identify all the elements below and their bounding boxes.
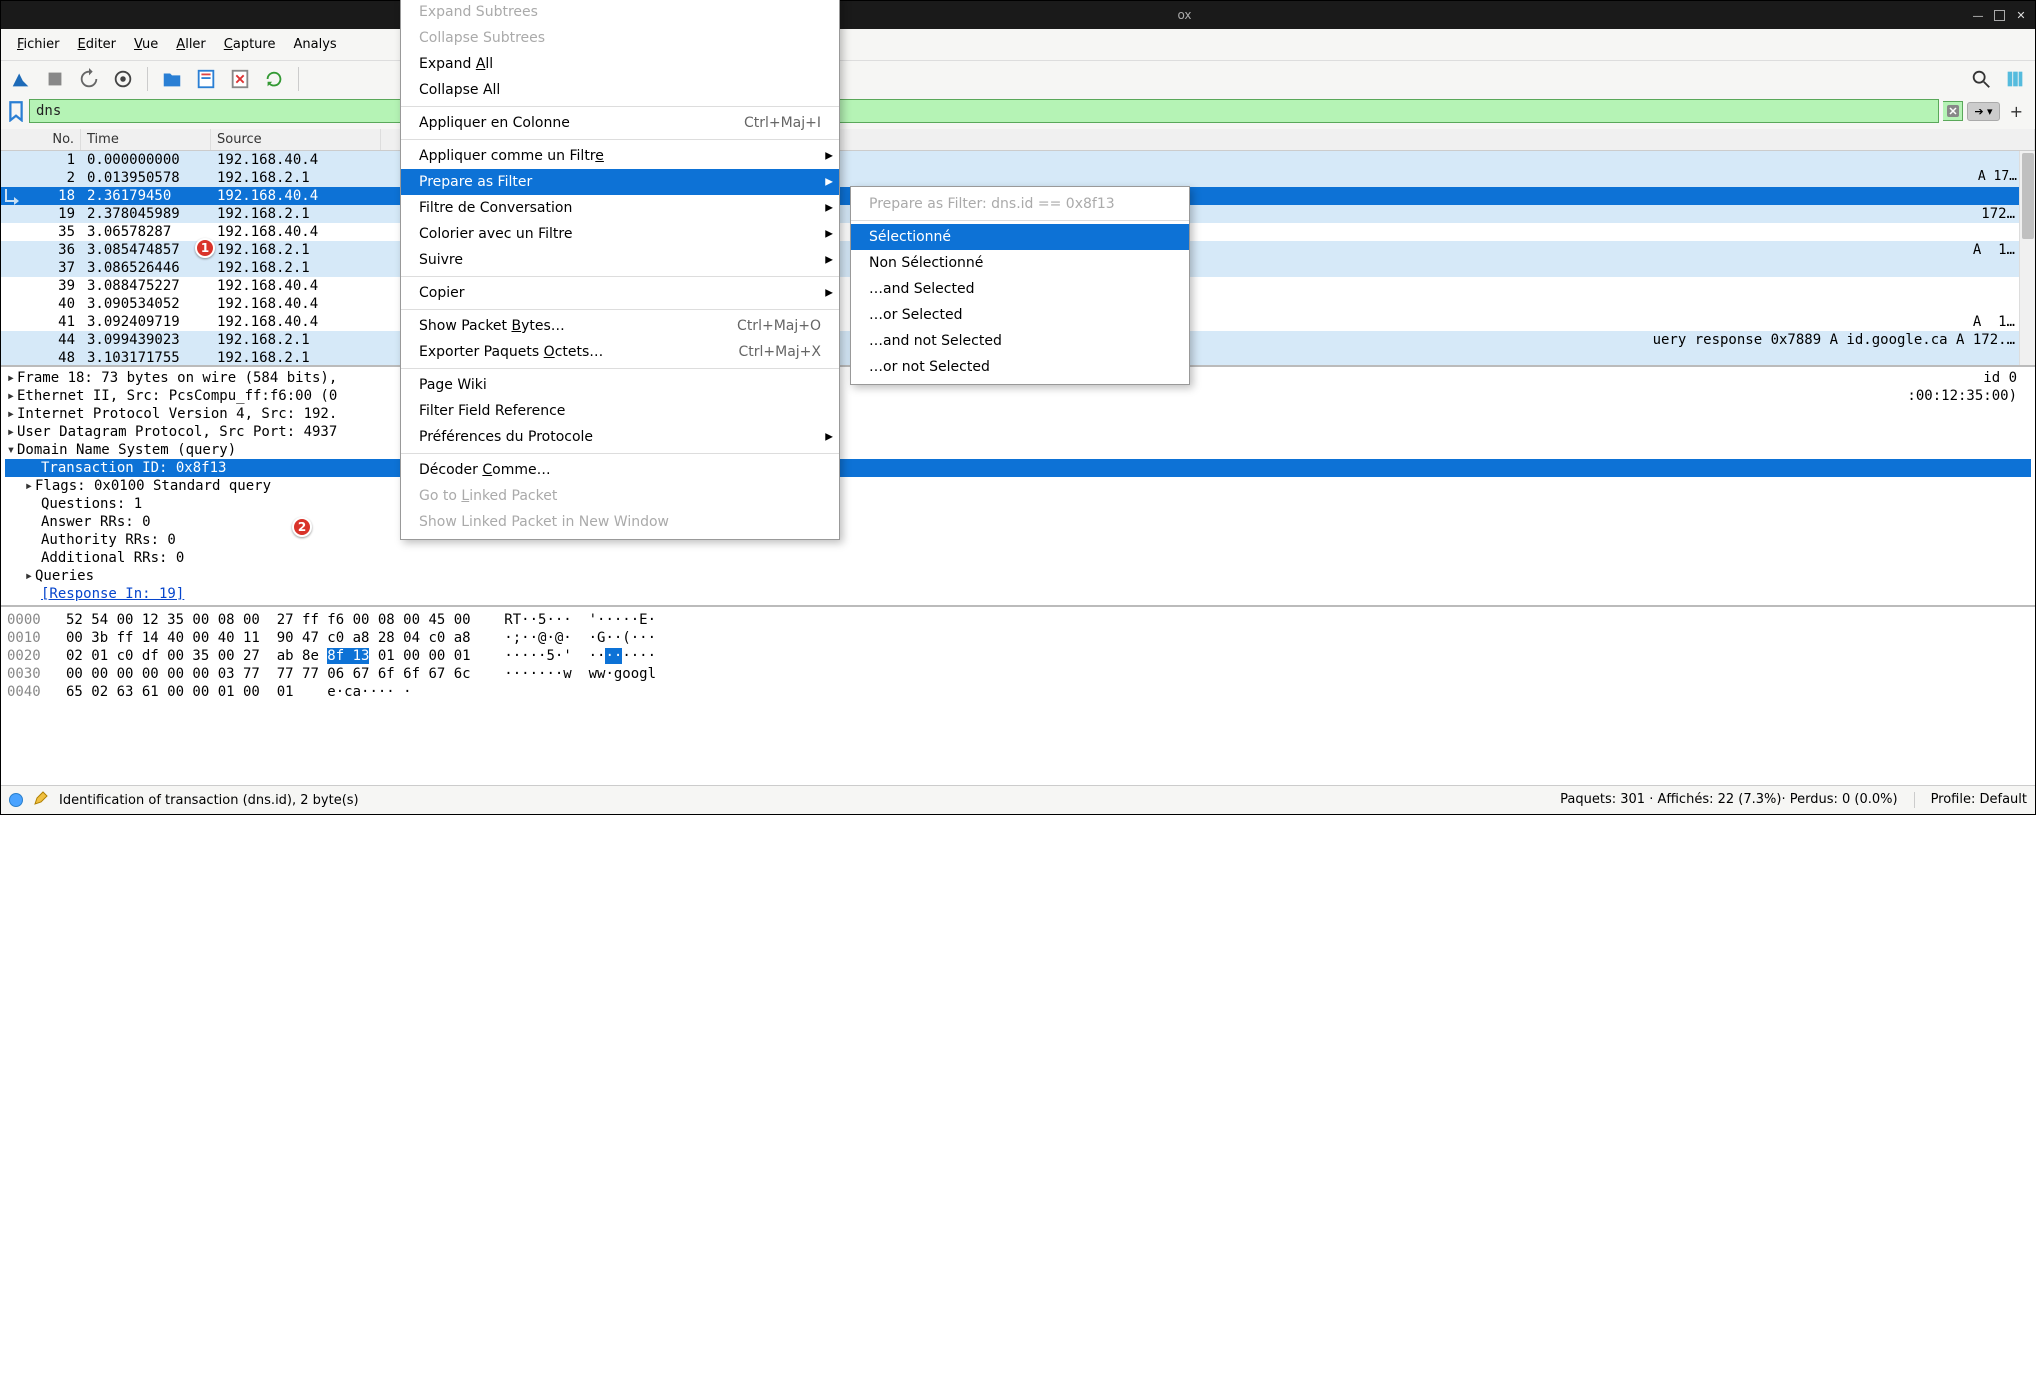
hex-line[interactable]: 0010 00 3b ff 14 40 00 40 11 90 47 c0 a8… xyxy=(7,629,2029,647)
sub-or-not-selected[interactable]: …or not Selected xyxy=(851,354,1189,380)
clear-filter-button[interactable] xyxy=(1943,101,1963,121)
titlebar-text: ox xyxy=(7,8,1962,22)
badge-1: 1 xyxy=(195,238,215,258)
cm-filter-field-ref[interactable]: Filter Field Reference xyxy=(401,398,839,424)
add-filter-button[interactable]: + xyxy=(2004,102,2029,121)
minimize-button[interactable] xyxy=(1970,7,1986,23)
bookmark-icon[interactable] xyxy=(7,101,25,121)
cm-show-packet-bytes[interactable]: Show Packet Bytes…Ctrl+Maj+O xyxy=(401,313,839,339)
zoom-icon[interactable] xyxy=(1967,65,1995,93)
sub-and-not-selected[interactable]: …and not Selected xyxy=(851,328,1189,354)
hex-line[interactable]: 0020 02 01 c0 df 00 35 00 27 ab 8e 8f 13… xyxy=(7,647,2029,665)
related-packet-icon xyxy=(2,187,26,205)
columns-icon[interactable] xyxy=(2001,65,2029,93)
packet-bytes-hex[interactable]: 0000 52 54 00 12 35 00 08 00 27 ff f6 00… xyxy=(1,605,2035,785)
tree-right-2: :00:12:35:00) xyxy=(1907,387,2017,405)
col-header-source[interactable]: Source xyxy=(211,129,381,150)
close-file-icon[interactable] xyxy=(226,65,254,93)
status-field-info: Identification of transaction (dns.id), … xyxy=(59,793,359,808)
col-header-no[interactable]: No. xyxy=(1,129,81,150)
info-overflow-1: A 17… xyxy=(1978,169,2017,184)
sub-or-selected[interactable]: …or Selected xyxy=(851,302,1189,328)
cm-follow[interactable]: Suivre▶ xyxy=(401,247,839,273)
packet-row[interactable]: 10.000000000192.168.40.4 xyxy=(1,151,2035,169)
restart-icon[interactable] xyxy=(75,65,103,93)
tree-right-1: id 0 xyxy=(1983,369,2017,387)
tree-flags[interactable]: ▸Flags: 0x0100 Standard query xyxy=(5,477,2031,495)
cm-protocol-prefs[interactable]: Préférences du Protocole▶ xyxy=(401,424,839,450)
statusbar: Identification of transaction (dns.id), … xyxy=(1,785,2035,814)
titlebar: ox xyxy=(1,1,2035,29)
maximize-button[interactable] xyxy=(1994,10,2005,21)
sub-selected[interactable]: Sélectionné xyxy=(851,224,1189,250)
sub-header: Prepare as Filter: dns.id == 0x8f13 xyxy=(851,191,1189,217)
edit-capture-comment-icon[interactable] xyxy=(33,790,49,810)
tree-queries[interactable]: ▸Queries xyxy=(5,567,2031,585)
packet-list-header: No. Time Source xyxy=(1,129,2035,151)
app-window: ox Fichier Editer Vue Aller Capture Anal… xyxy=(0,0,2036,815)
cm-apply-as-filter[interactable]: Appliquer comme un Filtre▶ xyxy=(401,143,839,169)
display-filter-bar: ➔ ▾ + xyxy=(1,97,2035,129)
packet-details-tree[interactable]: ▸Frame 18: 73 bytes on wire (584 bits), … xyxy=(1,365,2035,605)
cm-show-linked-new: Show Linked Packet in New Window xyxy=(401,509,839,535)
save-icon[interactable] xyxy=(192,65,220,93)
tree-dns[interactable]: ▾Domain Name System (query) xyxy=(5,441,2031,459)
menu-editer[interactable]: Editer xyxy=(70,33,125,56)
tree-ethernet[interactable]: ▸Ethernet II, Src: PcsCompu_ff:f6:00 (0 xyxy=(5,387,2031,405)
tree-udp[interactable]: ▸User Datagram Protocol, Src Port: 4937 xyxy=(5,423,2031,441)
tree-transaction-id[interactable]: Transaction ID: 0x8f13 xyxy=(5,459,2031,477)
cm-wiki[interactable]: Page Wiki xyxy=(401,372,839,398)
status-profile[interactable]: Profile: Default xyxy=(1931,792,2027,808)
col-header-time[interactable]: Time xyxy=(81,129,211,150)
cm-export-packet-bytes[interactable]: Exporter Paquets Octets…Ctrl+Maj+X xyxy=(401,339,839,365)
hex-line[interactable]: 0040 65 02 63 61 00 00 01 00 01 e·ca····… xyxy=(7,683,2029,701)
open-icon[interactable] xyxy=(158,65,186,93)
tree-additional-rrs[interactable]: Additional RRs: 0 xyxy=(5,549,2031,567)
cm-apply-column[interactable]: Appliquer en ColonneCtrl+Maj+I xyxy=(401,110,839,136)
cm-conversation-filter[interactable]: Filtre de Conversation▶ xyxy=(401,195,839,221)
menu-capture[interactable]: Capture xyxy=(216,33,284,56)
close-button[interactable] xyxy=(2013,7,2029,23)
cm-decode-as[interactable]: Décoder Comme… xyxy=(401,457,839,483)
apply-filter-button[interactable]: ➔ ▾ xyxy=(1967,102,1999,121)
menubar: Fichier Editer Vue Aller Capture Analys xyxy=(1,29,2035,61)
context-submenu-prepare[interactable]: Prepare as Filter: dns.id == 0x8f13 Séle… xyxy=(850,186,1190,385)
cm-prepare-as-filter[interactable]: Prepare as Filter▶ xyxy=(401,169,839,195)
hex-line[interactable]: 0030 00 00 00 00 00 00 03 77 77 77 06 67… xyxy=(7,665,2029,683)
menu-analyser[interactable]: Analys xyxy=(285,33,344,56)
options-icon[interactable] xyxy=(109,65,137,93)
status-packets: Paquets: 301 · Affichés: 22 (7.3%)· Perd… xyxy=(1560,792,1897,808)
tree-response-in[interactable]: [Response In: 19] xyxy=(5,585,2031,603)
packet-row[interactable]: 20.013950578192.168.2.1 xyxy=(1,169,2035,187)
context-menu-main[interactable]: Expand Subtrees Collapse Subtrees Expand… xyxy=(400,0,840,540)
toolbar xyxy=(1,61,2035,97)
display-filter-input[interactable] xyxy=(29,99,1939,123)
stop-icon[interactable] xyxy=(41,65,69,93)
cm-expand-all[interactable]: Expand All xyxy=(401,51,839,77)
tree-questions[interactable]: Questions: 1 xyxy=(5,495,2031,513)
reload-icon[interactable] xyxy=(260,65,288,93)
cm-colorize-filter[interactable]: Colorier avec un Filtre▶ xyxy=(401,221,839,247)
menu-fichier[interactable]: Fichier xyxy=(9,33,68,56)
menu-vue[interactable]: Vue xyxy=(126,33,166,56)
cm-collapse-subtrees: Collapse Subtrees xyxy=(401,25,839,51)
sub-and-selected[interactable]: …and Selected xyxy=(851,276,1189,302)
cm-goto-linked: Go to Linked Packet xyxy=(401,483,839,509)
menu-aller[interactable]: Aller xyxy=(168,33,213,56)
cm-expand-subtrees: Expand Subtrees xyxy=(401,0,839,25)
cm-collapse-all[interactable]: Collapse All xyxy=(401,77,839,103)
shark-fin-icon[interactable] xyxy=(7,65,35,93)
badge-2: 2 xyxy=(292,517,312,537)
packet-list-scrollbar[interactable] xyxy=(2019,151,2035,365)
cm-copy[interactable]: Copier▶ xyxy=(401,280,839,306)
hex-line[interactable]: 0000 52 54 00 12 35 00 08 00 27 ff f6 00… xyxy=(7,611,2029,629)
tree-ip[interactable]: ▸Internet Protocol Version 4, Src: 192. xyxy=(5,405,2031,423)
expert-info-icon[interactable] xyxy=(9,793,23,807)
sub-not-selected[interactable]: Non Sélectionné xyxy=(851,250,1189,276)
